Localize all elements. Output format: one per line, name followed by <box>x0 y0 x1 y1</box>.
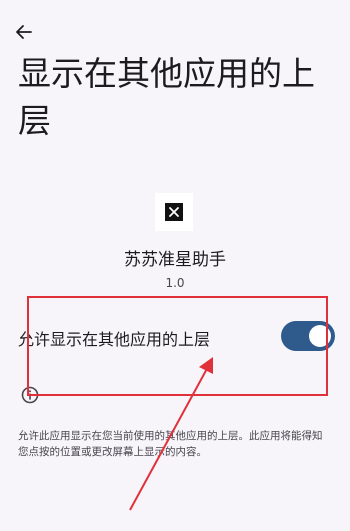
annotation-arrow <box>129 357 213 511</box>
